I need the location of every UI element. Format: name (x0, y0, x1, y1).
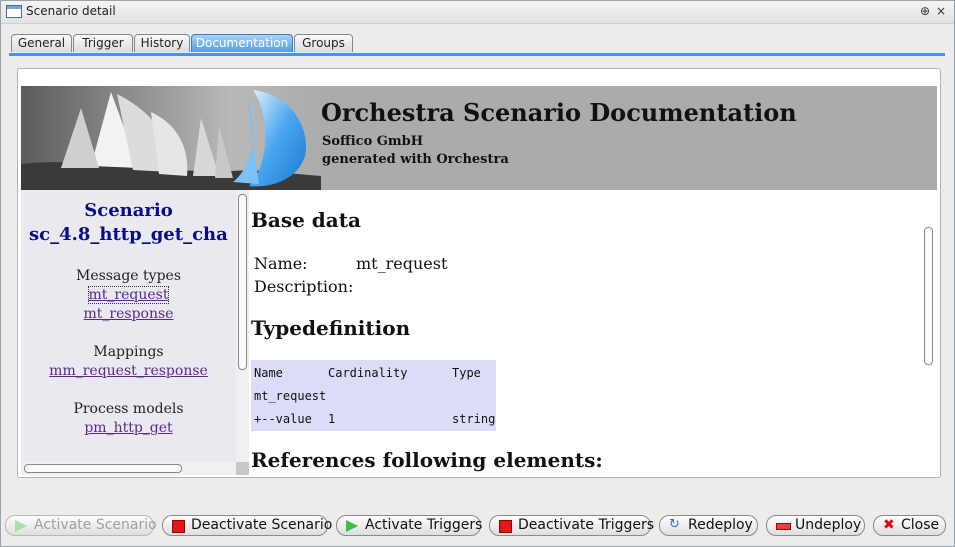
tab-documentation[interactable]: Documentation (191, 34, 293, 52)
nav-link-mt-request[interactable]: mt_request (21, 286, 236, 304)
scrollbar-corner (236, 462, 249, 475)
window-icon (6, 5, 22, 18)
doc-banner-title: Orchestra Scenario Documentation (321, 98, 797, 127)
nav-link-mt-response[interactable]: mt_response (21, 306, 236, 322)
close-x-icon: ✖ (883, 517, 895, 533)
deactivate-triggers-button[interactable]: Deactivate Triggers (489, 515, 655, 536)
play-icon (346, 520, 358, 532)
tab-trigger[interactable]: Trigger (73, 34, 133, 52)
scenario-nav: Scenario sc_4.8_http_get_cha Message typ… (21, 190, 236, 462)
scenario-name: sc_4.8_http_get_cha (29, 224, 228, 245)
base-data-heading: Base data (251, 208, 361, 232)
nav-section-mappings: Mappings (93, 344, 164, 360)
button-label: Close (901, 517, 940, 533)
scenario-detail-window: Scenario detail ⊕ × General Trigger Hist… (0, 0, 955, 547)
tab-history[interactable]: History (134, 34, 190, 52)
nav-section-process-models: Process models (73, 401, 184, 417)
stop-icon (172, 520, 185, 533)
table-cell: 1 (328, 412, 336, 426)
tab-general[interactable]: General (11, 34, 72, 52)
documentation-banner: Orchestra Scenario Documentation Soffico… (21, 86, 937, 190)
nav-link-mm-request-response[interactable]: mm_request_response (21, 363, 236, 379)
title-bar: Scenario detail ⊕ × (1, 1, 954, 24)
button-label: Deactivate Scenario (191, 517, 333, 533)
references-heading: References following elements: (251, 448, 603, 472)
sailboats-logo (21, 86, 321, 190)
window-title: Scenario detail (26, 4, 116, 18)
table-header-cardinality: Cardinality (328, 366, 408, 380)
nav-vertical-scrollbar[interactable] (236, 190, 249, 462)
typedefinition-heading: Typedefinition (251, 316, 411, 340)
documentation-content: Base data Name: mt_request Description: … (249, 190, 921, 475)
deactivate-scenario-button[interactable]: Deactivate Scenario (162, 515, 332, 536)
close-window-icon[interactable]: × (936, 4, 946, 18)
scenario-label: Scenario (84, 200, 173, 221)
table-header-type: Type (452, 366, 481, 380)
nav-horizontal-scrollbar[interactable] (21, 462, 236, 475)
table-header-name: Name (254, 366, 283, 380)
redeploy-icon: ↻ (669, 517, 680, 532)
scrollbar-thumb[interactable] (238, 194, 247, 370)
button-label: Redeploy (688, 517, 753, 533)
redeploy-button[interactable]: ↻ Redeploy (659, 515, 758, 536)
table-cell: +--value (254, 412, 312, 426)
nav-link-pm-http-get[interactable]: pm_http_get (21, 420, 236, 436)
table-cell: mt_request (254, 389, 327, 403)
description-label: Description: (254, 277, 354, 296)
name-value: mt_request (356, 254, 448, 273)
activate-triggers-button[interactable]: Activate Triggers (336, 515, 483, 536)
stop-icon (499, 520, 512, 533)
name-label: Name: (254, 254, 308, 273)
button-label: Undeploy (795, 517, 862, 533)
restore-icon[interactable]: ⊕ (920, 4, 930, 18)
tab-underline (9, 53, 945, 56)
doc-banner-generated: generated with Orchestra (322, 152, 509, 167)
play-icon (15, 520, 27, 532)
documentation-panel: Orchestra Scenario Documentation Soffico… (17, 68, 941, 478)
content-vertical-scrollbar[interactable] (921, 190, 936, 475)
nav-link-label: mt_request (87, 286, 170, 304)
nav-section-message-types: Message types (76, 268, 181, 284)
close-button[interactable]: ✖ Close (873, 515, 946, 536)
scrollbar-thumb[interactable] (24, 464, 182, 473)
table-cell: string (452, 412, 496, 426)
tab-groups[interactable]: Groups (294, 34, 353, 52)
button-label: Deactivate Triggers (518, 517, 655, 533)
activate-scenario-button[interactable]: Activate Scenario (5, 515, 157, 536)
scrollbar-thumb[interactable] (924, 227, 933, 365)
button-label: Activate Triggers (365, 517, 483, 533)
doc-banner-company: Soffico GmbH (322, 134, 424, 149)
undeploy-icon (776, 523, 791, 530)
undeploy-button[interactable]: Undeploy (766, 515, 865, 536)
button-label: Activate Scenario (34, 517, 157, 533)
type-definition-table: Name Cardinality Type mt_request +--valu… (251, 360, 496, 431)
